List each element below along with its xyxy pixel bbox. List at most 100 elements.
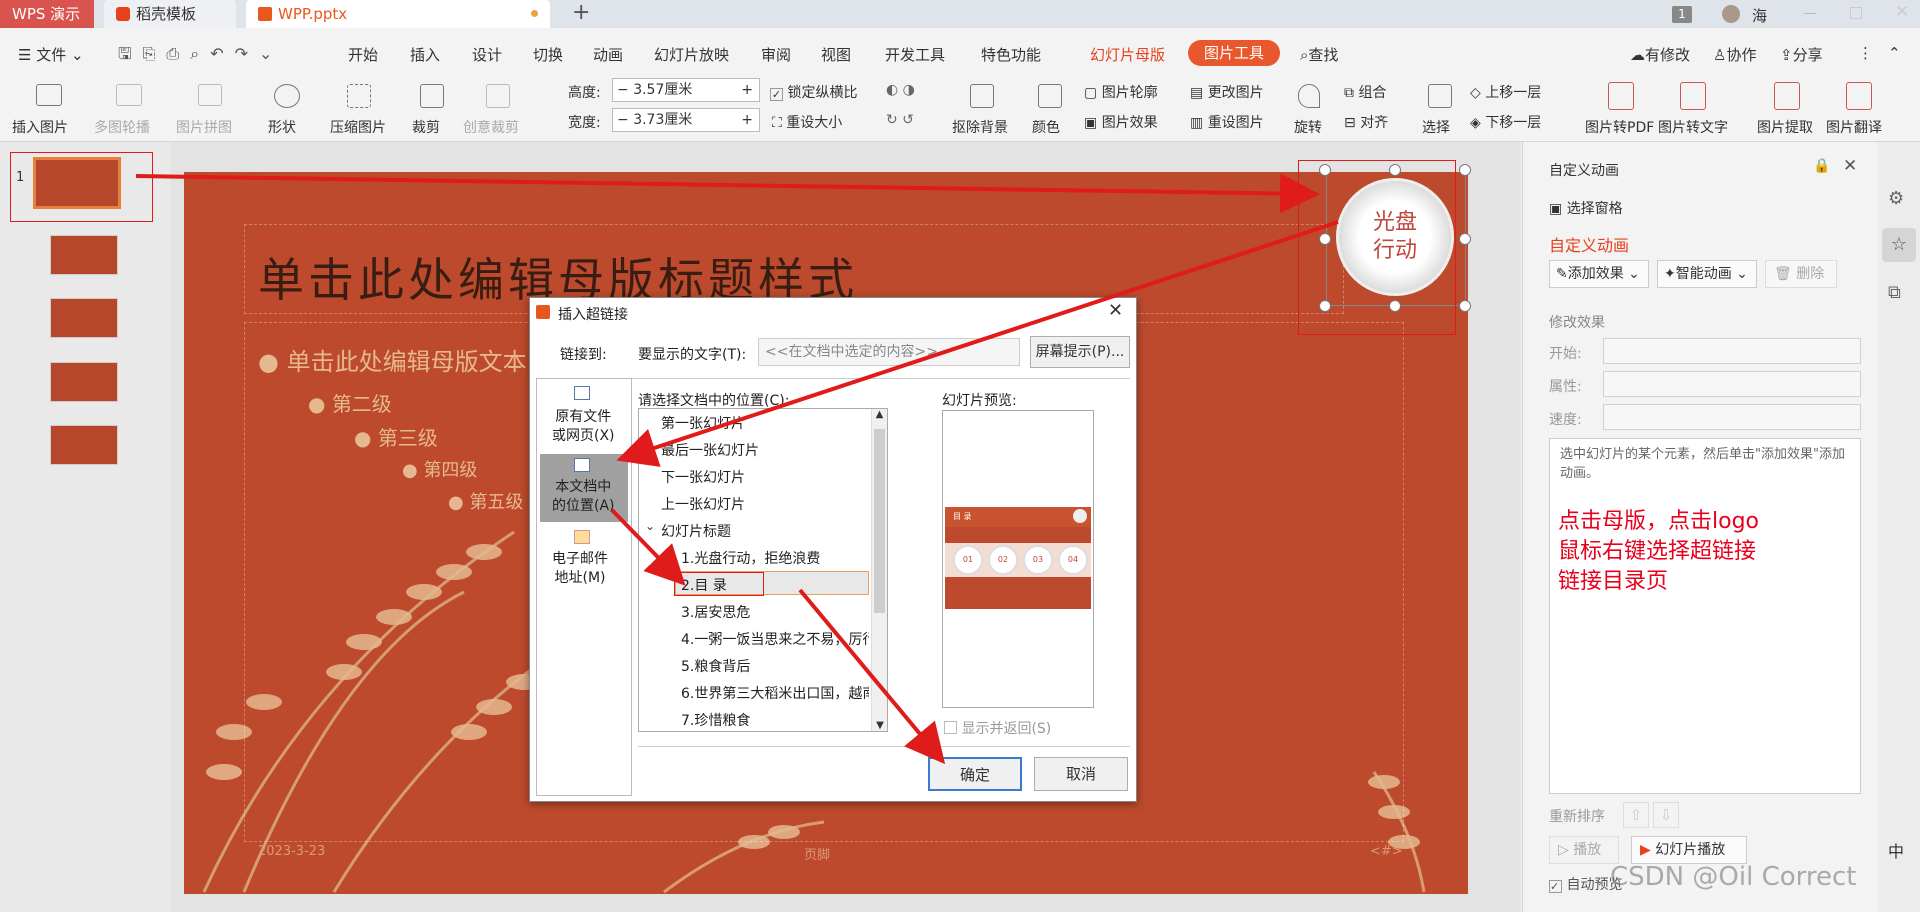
- width-input[interactable]: − 3.73厘米 +: [612, 108, 760, 132]
- selection-pane-button[interactable]: ▣ 选择窗格: [1549, 198, 1623, 218]
- add-effect-button[interactable]: ✎添加效果 ⌄: [1549, 260, 1649, 288]
- nav-existing-file[interactable]: 原有文件 或网页(X): [552, 408, 615, 446]
- tree-slide-3[interactable]: 3.居安思危: [681, 602, 750, 622]
- tab-wpp-document[interactable]: WPP.pptx: [246, 0, 550, 28]
- collab-button[interactable]: ♙协作: [1713, 44, 1756, 65]
- menu-review[interactable]: 审阅: [761, 44, 791, 65]
- handle-bl[interactable]: [1319, 300, 1331, 312]
- handle-br[interactable]: [1459, 300, 1471, 312]
- screen-tip-button[interactable]: 屏幕提示(P)...: [1030, 336, 1130, 368]
- tree-scroll-up-icon[interactable]: ▲: [872, 409, 887, 420]
- minimize-icon[interactable]: [1804, 13, 1816, 14]
- reset-picture-button[interactable]: ▥ 重设图片: [1190, 112, 1264, 132]
- slideshow-button[interactable]: ▶ 幻灯片播放: [1631, 836, 1747, 864]
- reset-size-button[interactable]: ⛶ 重设大小: [772, 112, 842, 132]
- move-up-button[interactable]: ⇧: [1623, 802, 1649, 828]
- height-input[interactable]: − 3.57厘米 +: [612, 78, 760, 102]
- menu-features[interactable]: 特色功能: [981, 44, 1041, 65]
- share-button[interactable]: ⇪分享: [1780, 44, 1823, 65]
- menu-insert[interactable]: 插入: [410, 44, 440, 65]
- ime-indicator[interactable]: 中: [1888, 838, 1904, 862]
- page-number-placeholder[interactable]: <#>: [1370, 844, 1403, 859]
- crop-button[interactable]: 裁剪: [412, 117, 440, 137]
- tree-next-slide[interactable]: 下一张幻灯片: [661, 467, 745, 487]
- tree-scrollbar[interactable]: ▲ ▼: [871, 409, 887, 731]
- select-button[interactable]: 选择: [1422, 117, 1450, 137]
- tree-slide-titles[interactable]: 幻灯片标题: [661, 521, 731, 541]
- width-minus[interactable]: −: [617, 112, 629, 128]
- align-button[interactable]: ⊟ 对齐: [1344, 112, 1388, 132]
- collapse-ribbon-icon[interactable]: ⌃: [1888, 44, 1901, 62]
- dialog-close-icon[interactable]: ✕: [1108, 300, 1123, 321]
- tab-wps-presentation[interactable]: WPS 演示: [0, 0, 94, 28]
- menu-transition[interactable]: 切换: [533, 44, 563, 65]
- avatar[interactable]: [1722, 5, 1740, 23]
- height-minus[interactable]: −: [617, 82, 629, 98]
- send-backward-button[interactable]: ◈ 下移一层: [1470, 112, 1541, 132]
- transition-icon[interactable]: ⧉: [1888, 282, 1901, 303]
- width-plus[interactable]: +: [741, 109, 753, 131]
- color-button[interactable]: 颜色: [1032, 117, 1060, 137]
- tree-slide-7[interactable]: 7.珍惜粮食: [681, 710, 750, 730]
- menu-home[interactable]: 开始: [348, 44, 378, 65]
- tree-slide-4[interactable]: 4.一粥一饭当思来之不易，厉行...: [681, 629, 869, 649]
- date-placeholder[interactable]: 2023-3-23: [258, 844, 325, 859]
- properties-icon[interactable]: ⚙: [1888, 188, 1904, 209]
- cancel-button[interactable]: 取消: [1034, 757, 1128, 791]
- tree-scroll-thumb[interactable]: [874, 429, 885, 613]
- layout-thumbnail-4[interactable]: [50, 425, 118, 465]
- handle-tr[interactable]: [1459, 164, 1471, 176]
- smart-animation-button[interactable]: ✦智能动画 ⌄: [1657, 260, 1757, 288]
- close-window-icon[interactable]: ✕: [1895, 2, 1909, 22]
- tree-slide-1[interactable]: 1.光盘行动，拒绝浪费: [681, 548, 820, 568]
- tree-slide-5[interactable]: 5.粮食背后: [681, 656, 750, 676]
- place-tree[interactable]: 第一张幻灯片 最后一张幻灯片 下一张幻灯片 上一张幻灯片 ⌄ 幻灯片标题 1.光…: [638, 408, 888, 732]
- pic-to-text-button[interactable]: 图片转文字: [1658, 117, 1728, 137]
- animation-list[interactable]: 选中幻灯片的某个元素，然后单击"添加效果"添加动画。 点击母版，点击logo 鼠…: [1549, 438, 1861, 794]
- footer-placeholder[interactable]: 页脚: [804, 844, 830, 863]
- handle-bm[interactable]: [1389, 300, 1401, 312]
- window-count-badge[interactable]: 1: [1672, 6, 1692, 23]
- rotate-button[interactable]: 旋转: [1294, 117, 1322, 137]
- menu-developer[interactable]: 开发工具: [885, 44, 945, 65]
- file-menu[interactable]: ☰ 文件 ⌄: [18, 44, 84, 65]
- property-dropdown[interactable]: [1603, 371, 1861, 397]
- delete-button[interactable]: 🗑 删除: [1765, 260, 1837, 288]
- remove-background-button[interactable]: 抠除背景: [952, 117, 1008, 137]
- new-tab-button[interactable]: +: [572, 0, 590, 26]
- maximize-icon[interactable]: [1850, 7, 1862, 19]
- layout-thumbnail-1[interactable]: [50, 235, 118, 275]
- user-name[interactable]: 海: [1752, 5, 1767, 26]
- search-button[interactable]: ⌕查找: [1300, 44, 1338, 65]
- tree-slide-6[interactable]: 6.世界第三大稻米出口国，越南...: [681, 683, 869, 703]
- panel-close-icon[interactable]: ✕: [1843, 156, 1857, 176]
- tree-last-slide[interactable]: 最后一张幻灯片: [661, 440, 759, 460]
- pic-extract-button[interactable]: 图片提取: [1757, 117, 1813, 137]
- change-picture-button[interactable]: ▤ 更改图片: [1190, 82, 1264, 102]
- panel-header[interactable]: 自定义动画: [1549, 160, 1619, 180]
- tree-expand-icon[interactable]: ⌄: [645, 519, 655, 533]
- rotate-icons[interactable]: ↻ ↺: [886, 112, 914, 128]
- insert-picture-button[interactable]: 插入图片: [12, 117, 68, 137]
- multi-outline-button[interactable]: 多图轮播: [94, 117, 150, 137]
- handle-tm[interactable]: [1389, 164, 1401, 176]
- more-icon[interactable]: ⋮: [1858, 44, 1873, 62]
- shape-button[interactable]: 形状: [268, 117, 296, 137]
- pic-to-pdf-button[interactable]: 图片转PDF: [1585, 117, 1654, 137]
- nav-email[interactable]: 电子邮件 地址(M): [552, 550, 608, 588]
- menu-slide-master[interactable]: 幻灯片母版: [1090, 44, 1165, 65]
- group-button[interactable]: ⧉ 组合: [1344, 82, 1386, 102]
- ok-button[interactable]: 确定: [928, 757, 1022, 791]
- modify-button[interactable]: ☁有修改: [1630, 44, 1690, 65]
- pic-collage-button[interactable]: 图片拼图: [176, 117, 232, 137]
- tree-scroll-down-icon[interactable]: ▼: [872, 720, 887, 731]
- bring-forward-button[interactable]: ◇ 上移一层: [1470, 82, 1541, 102]
- height-plus[interactable]: +: [741, 79, 753, 101]
- layout-thumbnail-3[interactable]: [50, 362, 118, 402]
- panel-lock-icon[interactable]: 🔒: [1813, 158, 1830, 174]
- tree-first-slide[interactable]: 第一张幻灯片: [661, 413, 745, 433]
- picture-outline-button[interactable]: ▢ 图片轮廓: [1084, 82, 1158, 102]
- speed-dropdown[interactable]: [1603, 404, 1861, 430]
- handle-mr[interactable]: [1459, 233, 1471, 245]
- pic-translate-button[interactable]: 图片翻译: [1826, 117, 1882, 137]
